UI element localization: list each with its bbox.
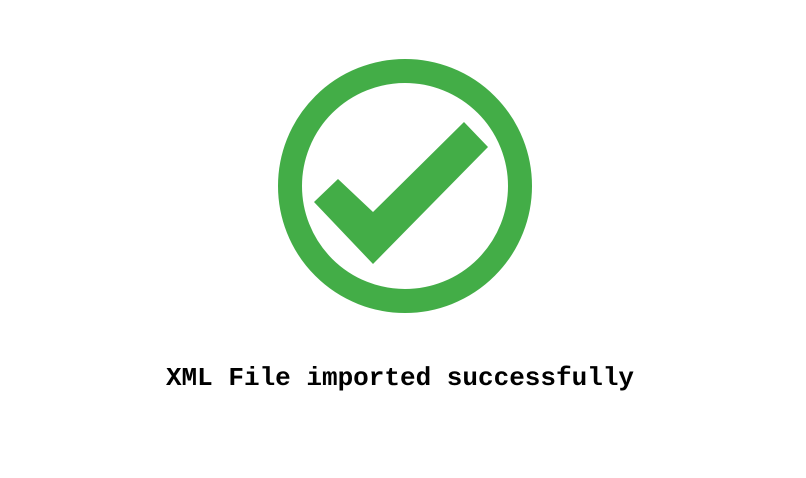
import-success-screen: XML File imported successfully [0,0,806,478]
success-message: XML File imported successfully [165,363,635,393]
checkmark [314,122,488,264]
check-circle-icon [278,59,532,313]
